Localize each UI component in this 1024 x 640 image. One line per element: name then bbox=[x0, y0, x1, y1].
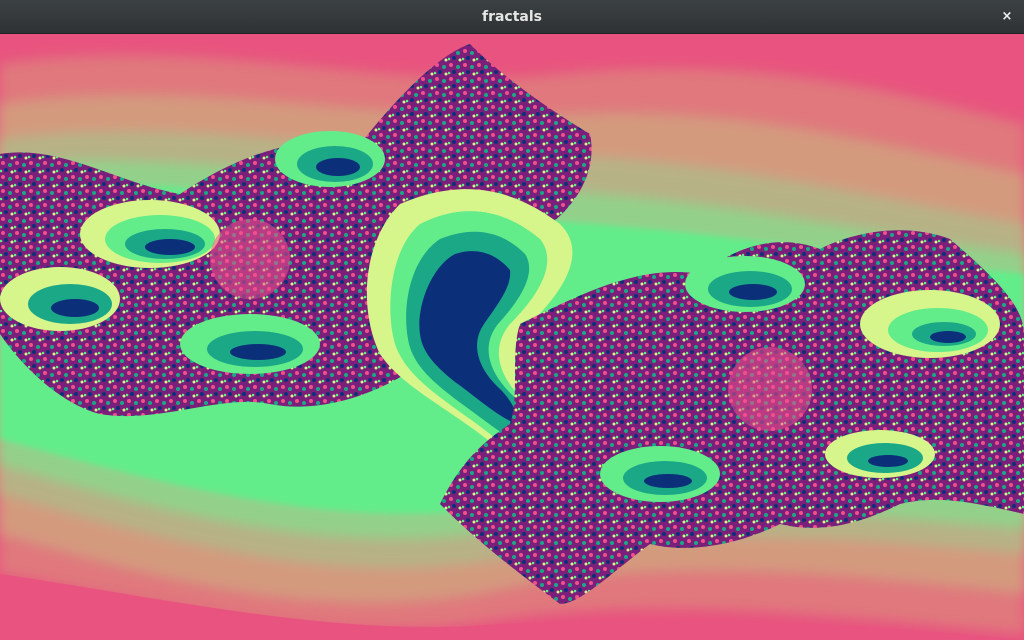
left-edge-dark bbox=[51, 299, 99, 317]
fractal-canvas[interactable] bbox=[0, 34, 1024, 640]
right-upper-dark bbox=[729, 284, 777, 300]
left-lobe-dark bbox=[145, 239, 195, 255]
left-upper-dark bbox=[316, 158, 360, 176]
app-window: fractals × bbox=[0, 0, 1024, 640]
right-edge-dark bbox=[930, 331, 966, 343]
close-icon[interactable]: × bbox=[998, 8, 1016, 26]
left-spiral-glow bbox=[210, 219, 290, 299]
fractal-image bbox=[0, 34, 1024, 640]
right-lower-dark bbox=[644, 474, 692, 488]
right-bottom-dark bbox=[868, 455, 908, 467]
window-title: fractals bbox=[481, 9, 542, 25]
left-lower-dark bbox=[230, 344, 286, 360]
title-bar[interactable]: fractals × bbox=[0, 0, 1024, 34]
right-spiral-glow bbox=[728, 347, 812, 431]
